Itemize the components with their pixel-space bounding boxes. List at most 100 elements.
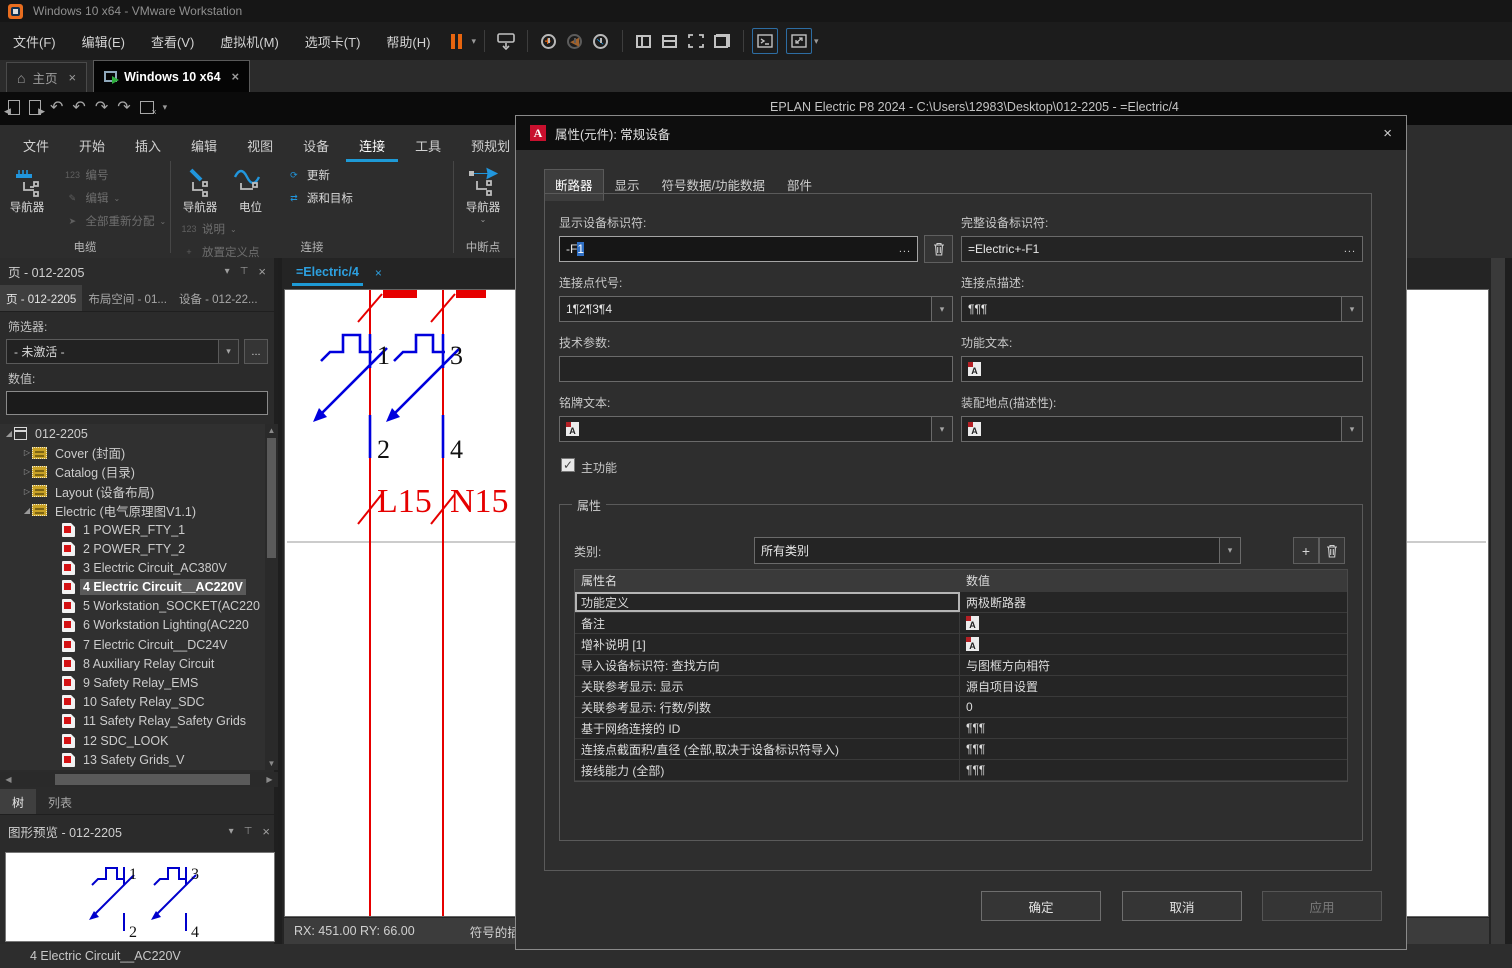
tree-item[interactable]: 5 Workstation_SOCKET(AC220	[0, 597, 278, 616]
column-header-name[interactable]: 属性名	[575, 570, 960, 591]
ribbon-tab-file[interactable]: 文件	[10, 131, 62, 162]
nameplate-input[interactable]: A ▾	[559, 416, 953, 442]
tree-item[interactable]: ◢Electric (电气原理图V1.1)	[0, 501, 278, 520]
tree-item[interactable]: 9 Safety Relay_EMS	[0, 673, 278, 692]
connection-desc-input[interactable]: ¶¶¶ ▾	[961, 296, 1363, 322]
library-pane-button[interactable]	[631, 28, 657, 54]
close-editor-tab-icon[interactable]: ×	[375, 266, 382, 280]
menu-file[interactable]: 文件(F)	[0, 22, 69, 60]
close-panel-icon[interactable]: ×	[262, 824, 270, 839]
connection-point-input[interactable]: 1¶2¶3¶4 ▾	[559, 296, 953, 322]
cable-reassign-button[interactable]: ➤全部重新分配⌄	[64, 213, 166, 229]
browse-button[interactable]: ...	[899, 243, 911, 255]
tab-home[interactable]: ⌂ 主页 ×	[6, 62, 87, 92]
ribbon-tab-device[interactable]: 设备	[290, 131, 342, 162]
scroll-up-icon[interactable]: ▲	[265, 424, 278, 437]
panel-menu-icon[interactable]: ▾	[229, 826, 234, 837]
tab-tree[interactable]: 树	[0, 789, 36, 814]
menu-vm[interactable]: 虚拟机(M)	[207, 22, 292, 60]
chevron-down-icon[interactable]: ▾	[1219, 538, 1240, 563]
table-row[interactable]: 增补说明 [1] A	[575, 634, 1347, 655]
scroll-left-icon[interactable]: ◀	[2, 773, 15, 786]
ribbon-tab-preplanning[interactable]: 预规划	[458, 131, 515, 162]
cable-navigator-button[interactable]: 导航器	[4, 161, 50, 215]
scroll-right-icon[interactable]: ▶	[263, 773, 276, 786]
panel-menu-icon[interactable]: ▾	[225, 266, 230, 277]
note-button[interactable]: 123说明⌄	[181, 221, 271, 237]
delete-property-button[interactable]	[1319, 537, 1345, 564]
tree-horizontal-scrollbar[interactable]: ◀ ▶	[0, 772, 278, 787]
ribbon-tab-view[interactable]: 视图	[234, 131, 286, 162]
qat-more-icon[interactable]: ▾	[163, 102, 168, 113]
tree-vertical-scrollbar[interactable]: ▲ ▼	[265, 424, 278, 770]
browse-button[interactable]: ...	[1344, 243, 1356, 255]
cancel-action-icon[interactable]: ×	[140, 101, 154, 114]
tab-windows10[interactable]: Windows 10 x64 ×	[93, 60, 250, 92]
tree-item[interactable]: 7 Electric Circuit__DC24V	[0, 635, 278, 654]
scrollbar-thumb[interactable]	[267, 438, 276, 558]
stretch-caret-icon[interactable]: ▾	[814, 36, 819, 47]
panel-tab-devices[interactable]: 设备 - 012-22...	[173, 285, 264, 311]
chevron-down-icon[interactable]: ▾	[1341, 417, 1362, 441]
tree-item[interactable]: 10 Safety Relay_SDC	[0, 693, 278, 712]
console-view-button[interactable]	[752, 28, 778, 54]
cancel-button[interactable]: 取消	[1122, 891, 1242, 921]
update-button[interactable]: ⟳更新	[286, 167, 353, 183]
apply-button[interactable]: 应用	[1262, 891, 1382, 921]
scroll-down-icon[interactable]: ▼	[265, 757, 278, 770]
filter-more-button[interactable]: ...	[244, 339, 268, 364]
chevron-down-icon[interactable]: ▾	[218, 340, 238, 363]
panel-tab-pages[interactable]: 页 - 012-2205	[0, 285, 82, 311]
tree-item[interactable]: ◢012-2205	[0, 424, 278, 443]
source-target-button[interactable]: ⇄源和目标	[286, 190, 353, 206]
menu-help[interactable]: 帮助(H)	[373, 22, 443, 60]
open-page-icon[interactable]: ▶	[29, 100, 41, 115]
table-row[interactable]: 导入设备标识符: 查找方向 与图框方向相符	[575, 655, 1347, 676]
ribbon-tab-start[interactable]: 开始	[66, 131, 118, 162]
tree-item[interactable]: 13 Safety Grids_V	[0, 750, 278, 769]
main-function-checkbox[interactable]: ✓	[561, 458, 575, 472]
table-row[interactable]: 接线能力 (全部) ¶¶¶	[575, 760, 1347, 781]
tree-item[interactable]: ▷Layout (设备布局)	[0, 482, 278, 501]
new-page-icon[interactable]: ◀	[8, 100, 20, 115]
chevron-down-icon[interactable]: ▾	[1341, 297, 1362, 321]
redo-icon[interactable]: ↷	[95, 97, 108, 117]
filter-dropdown[interactable]: - 未激活 - ▾	[6, 339, 239, 364]
potential-button[interactable]: 电位	[227, 161, 273, 215]
category-dropdown[interactable]: 所有类别 ▾	[754, 537, 1241, 564]
pin-icon[interactable]: ⊤	[240, 266, 249, 277]
menu-view[interactable]: 查看(V)	[138, 22, 207, 60]
dialog-titlebar[interactable]: A 属性(元件): 常规设备 ×	[516, 116, 1406, 150]
close-panel-icon[interactable]: ×	[258, 264, 266, 279]
tree-item[interactable]: 3 Electric Circuit_AC380V	[0, 558, 278, 577]
breakpoint-navigator-button[interactable]: 导航器 ⌄	[460, 161, 506, 224]
ribbon-tab-edit[interactable]: 编辑	[178, 131, 230, 162]
full-dt-input[interactable]: =Electric+-F1 ...	[961, 236, 1363, 262]
close-dialog-icon[interactable]: ×	[1383, 125, 1392, 142]
function-text-input[interactable]: A	[961, 356, 1363, 382]
unity-button[interactable]	[709, 28, 735, 54]
revert-snapshot-button[interactable]: ◀	[562, 28, 588, 54]
table-row[interactable]: 功能定义 两极断路器	[575, 592, 1347, 613]
tree-item[interactable]: 6 Workstation Lighting(AC220	[0, 616, 278, 635]
editor-vertical-scrollbar[interactable]	[1491, 258, 1505, 944]
tree-item[interactable]: 1 POWER_FTY_1	[0, 520, 278, 539]
stretch-view-button[interactable]	[786, 28, 812, 54]
tree-item[interactable]: ▷Catalog (目录)	[0, 462, 278, 481]
ribbon-tab-connection[interactable]: 连接	[346, 131, 398, 162]
editor-tab-electric4[interactable]: =Electric/4	[292, 260, 363, 286]
ok-button[interactable]: 确定	[981, 891, 1101, 921]
tech-params-input[interactable]	[559, 356, 953, 382]
table-row[interactable]: 关联参考显示: 显示 源自项目设置	[575, 676, 1347, 697]
ctrl-alt-del-button[interactable]	[493, 28, 519, 54]
mounting-location-input[interactable]: A ▾	[961, 416, 1363, 442]
cable-numbering-button[interactable]: 123编号	[64, 167, 166, 183]
connection-navigator-button[interactable]: 导航器	[177, 161, 223, 215]
undo-icon[interactable]: ↶	[50, 97, 63, 117]
tree-item-selected[interactable]: 4 Electric Circuit__AC220V	[0, 578, 278, 597]
table-row[interactable]: 备注 A	[575, 613, 1347, 634]
thumbnail-bar-button[interactable]	[657, 28, 683, 54]
ribbon-tab-insert[interactable]: 插入	[122, 131, 174, 162]
tree-item[interactable]: 2 POWER_FTY_2	[0, 539, 278, 558]
close-tab-icon[interactable]: ×	[232, 69, 240, 84]
